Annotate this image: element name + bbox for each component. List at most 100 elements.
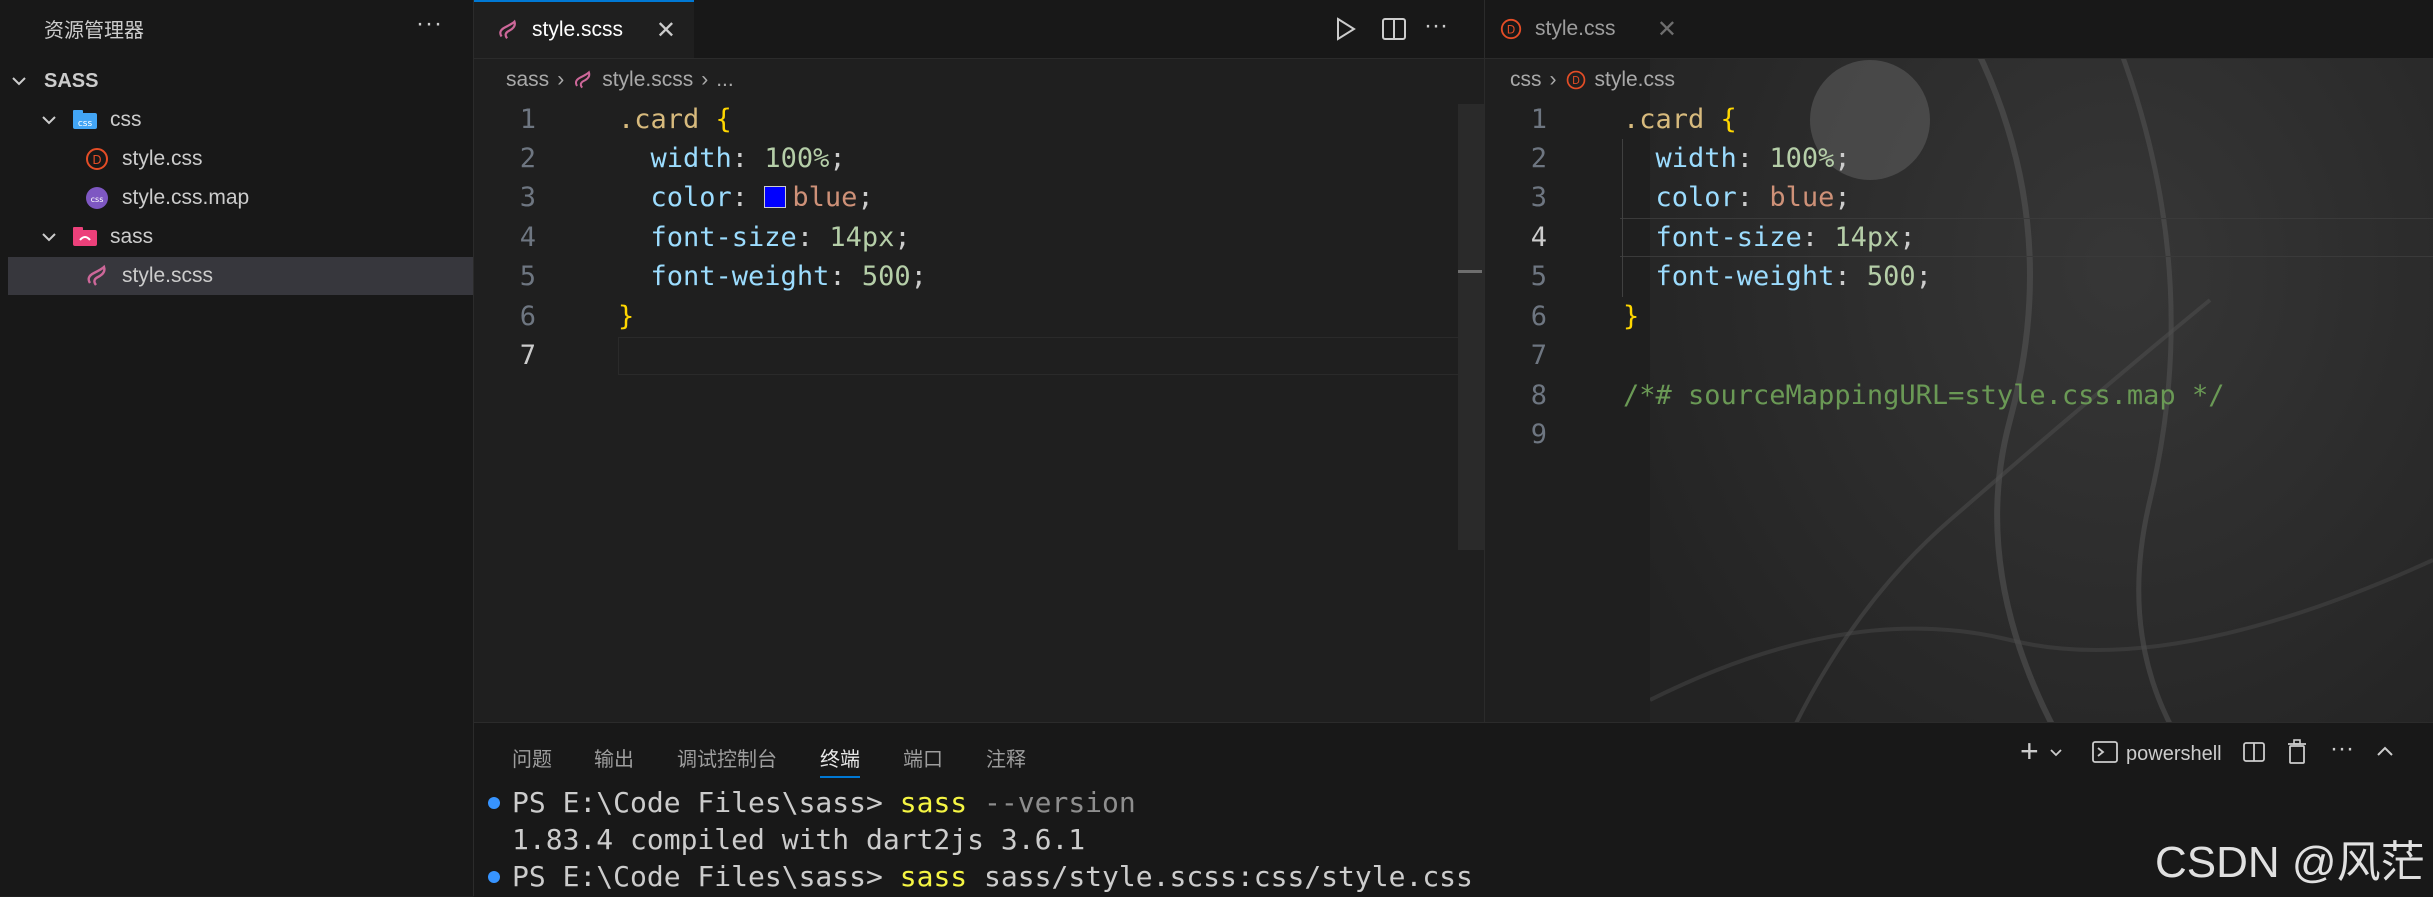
css-file-icon: D xyxy=(1500,18,1522,40)
panel-tab-debug-console[interactable]: 调试控制台 xyxy=(677,743,777,772)
property: width xyxy=(1655,143,1737,174)
tab-style-css[interactable]: D style.css ✕ xyxy=(1485,0,1695,58)
tree-folder-sass[interactable]: sass xyxy=(8,218,473,256)
line-number: 6 xyxy=(1530,301,1547,332)
right-code-editor[interactable]: 1 2 3 4 5 6 7 8 9 .card { width: 100%; c… xyxy=(1485,100,2433,720)
panel-tab-terminal[interactable]: 终端 xyxy=(820,743,860,778)
tree-item-label: style.css xyxy=(122,147,203,170)
code-line: font-size: 14px; xyxy=(1655,222,1916,253)
tree-item-label: css xyxy=(110,108,142,131)
chevron-right-icon: › xyxy=(1549,68,1557,91)
brace: { xyxy=(1720,104,1737,135)
chevron-right-icon: › xyxy=(557,68,565,91)
split-editor-icon[interactable] xyxy=(1381,16,1407,42)
line-number: 3 xyxy=(1530,182,1547,213)
sass-file-icon xyxy=(499,19,516,39)
command-status-dot[interactable] xyxy=(488,871,500,883)
breadcrumb-item[interactable]: style.css xyxy=(1595,68,1676,92)
map-file-icon: css xyxy=(86,187,108,209)
tree-item-label: style.css.map xyxy=(122,186,250,209)
tree-file-style-css[interactable]: D style.css xyxy=(8,140,473,178)
explorer-sidebar: 资源管理器 ··· SASS css css D style.css css s… xyxy=(0,0,474,896)
vertical-scrollbar[interactable] xyxy=(1458,104,1484,550)
command: sass xyxy=(899,860,968,893)
comment: /*# sourceMappingURL=style.css.map */ xyxy=(1623,380,2225,411)
value: 14px xyxy=(1834,222,1900,253)
line-number: 1 xyxy=(1530,104,1547,135)
shell-name[interactable]: powershell xyxy=(2126,743,2222,766)
close-icon[interactable]: ✕ xyxy=(656,16,676,45)
brace: { xyxy=(715,104,732,135)
breadcrumb-item[interactable]: ... xyxy=(716,68,734,92)
terminal-icon xyxy=(2092,741,2118,763)
property: width xyxy=(650,143,732,174)
chevron-down-icon[interactable] xyxy=(2048,745,2064,761)
panel-tab-ports[interactable]: 端口 xyxy=(903,743,943,772)
chevron-down-icon xyxy=(42,116,56,125)
tree-root-sass[interactable]: SASS xyxy=(8,62,473,100)
code-line: } xyxy=(618,297,634,336)
tree-folder-css[interactable]: css css xyxy=(8,101,473,139)
terminal-line: PS E:\Code Files\sass> sass sass/style.s… xyxy=(512,859,1473,895)
run-icon[interactable] xyxy=(1332,16,1358,42)
tab-label: style.scss xyxy=(532,18,624,41)
close-icon[interactable]: ✕ xyxy=(1657,15,1677,44)
command: sass xyxy=(899,786,968,819)
css-file-icon: D xyxy=(1566,70,1585,90)
line-number: 4 xyxy=(519,222,536,253)
value: 500 xyxy=(1866,261,1916,292)
css-folder-icon: css xyxy=(73,110,97,129)
line-number: 2 xyxy=(1530,143,1547,174)
breadcrumb-item[interactable]: style.scss xyxy=(602,68,693,92)
tree-file-style-css-map[interactable]: css style.css.map xyxy=(8,179,473,217)
more-actions-icon[interactable]: ··· xyxy=(2330,735,2354,763)
chevron-up-icon[interactable] xyxy=(2374,741,2396,763)
panel-tab-output[interactable]: 输出 xyxy=(594,743,634,772)
new-terminal-icon[interactable]: + xyxy=(2020,733,2039,770)
left-code-editor[interactable]: 1 2 3 4 5 6 7 .card { width: 100%; color… xyxy=(474,100,1484,720)
code-line: .card { xyxy=(618,100,732,139)
trash-icon[interactable] xyxy=(2286,739,2308,765)
code-line: width: 100%; xyxy=(650,143,846,174)
left-tab-bar: style.scss ✕ ··· xyxy=(474,0,1484,59)
line-number: 7 xyxy=(519,340,536,371)
line-number: 6 xyxy=(519,301,536,332)
brace: } xyxy=(1623,301,1640,332)
terminal-line: PS E:\Code Files\sass> sass --version xyxy=(512,785,1136,821)
code-line: font-weight: 500; xyxy=(650,261,927,292)
breadcrumb-item[interactable]: sass xyxy=(506,68,549,92)
svg-text:D: D xyxy=(92,153,101,167)
code-line: .card { xyxy=(1623,100,1737,139)
svg-text:D: D xyxy=(1572,76,1580,87)
line-number: 5 xyxy=(519,261,536,292)
svg-text:D: D xyxy=(1507,24,1516,37)
chevron-down-icon xyxy=(42,233,56,242)
color-swatch[interactable] xyxy=(764,186,787,208)
tree-file-style-scss[interactable]: style.scss xyxy=(8,257,473,295)
line-number: 4 xyxy=(1530,222,1547,253)
code-line: font-size: 14px; xyxy=(650,222,911,253)
chevron-down-icon xyxy=(12,77,26,86)
tab-style-scss[interactable]: style.scss ✕ xyxy=(474,0,694,58)
panel-tab-problems[interactable]: 问题 xyxy=(512,743,552,772)
breadcrumb: css › D style.css xyxy=(1510,62,1675,98)
brace: } xyxy=(618,301,635,332)
command-status-dot[interactable] xyxy=(488,797,500,809)
line-number: 5 xyxy=(1530,261,1547,292)
panel-tab-comments[interactable]: 注释 xyxy=(986,743,1026,772)
explorer-title: 资源管理器 xyxy=(44,20,144,42)
prompt: PS E:\Code Files\sass> xyxy=(512,786,883,819)
breadcrumb: sass › style.scss › ... xyxy=(506,62,734,98)
property: color xyxy=(1655,182,1737,213)
more-actions-icon[interactable]: ··· xyxy=(416,10,443,38)
prompt: PS E:\Code Files\sass> xyxy=(512,860,883,893)
split-terminal-icon[interactable] xyxy=(2242,740,2266,764)
selector: .card xyxy=(618,104,700,135)
breadcrumb-item[interactable]: css xyxy=(1510,68,1542,92)
more-actions-icon[interactable]: ··· xyxy=(1424,12,1448,40)
line-number: 7 xyxy=(1530,340,1547,371)
terminal-output: 1.83.4 compiled with dart2js 3.6.1 xyxy=(512,823,1086,856)
sass-folder-icon xyxy=(73,227,97,246)
right-tab-bar: D style.css ✕ xyxy=(1485,0,2433,59)
line-number: 2 xyxy=(519,143,536,174)
